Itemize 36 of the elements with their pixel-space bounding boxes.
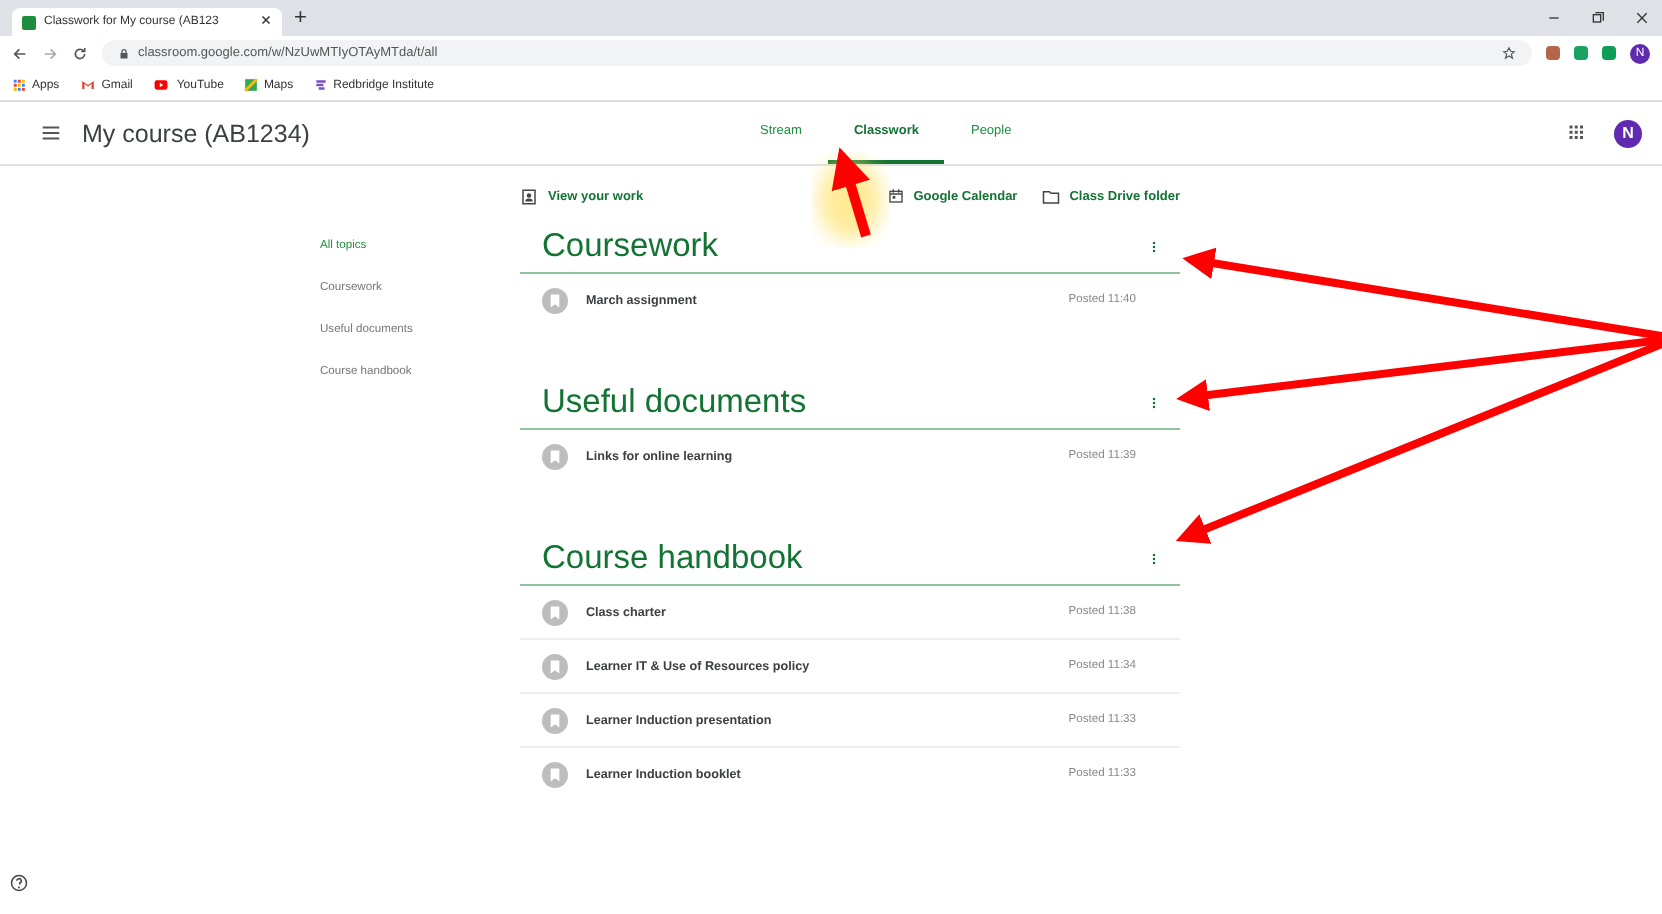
map-icon [243, 78, 258, 92]
more-options-icon[interactable] [1148, 238, 1160, 256]
star-icon[interactable] [1502, 46, 1516, 60]
bookmark-site-icon [313, 78, 328, 92]
folder-icon [1041, 187, 1060, 205]
more-options-icon[interactable] [1148, 394, 1160, 412]
calendar-icon [887, 188, 904, 204]
apps-grid-icon[interactable] [1568, 124, 1586, 142]
help-icon[interactable] [10, 874, 28, 892]
material-icon [542, 443, 568, 469]
course-title: My course (AB1234) [82, 119, 310, 147]
play-icon [152, 78, 171, 92]
close-icon[interactable] [1634, 10, 1650, 26]
apps-grid-icon [12, 78, 26, 92]
material-icon [542, 653, 568, 679]
topic-title: Useful documents [542, 384, 807, 422]
material-icon [542, 707, 568, 733]
mail-icon [79, 78, 96, 92]
close-icon[interactable] [260, 14, 272, 26]
material-icon [542, 761, 568, 787]
back-icon[interactable] [12, 45, 28, 61]
reload-icon[interactable] [72, 45, 88, 61]
more-options-icon[interactable] [1148, 550, 1160, 568]
annotation-arrow [831, 147, 871, 238]
highlight-glow [818, 160, 882, 240]
menu-icon[interactable] [40, 122, 62, 144]
topic-title: Course handbook [542, 540, 803, 578]
lock-icon [118, 47, 130, 59]
classroom-icon [22, 15, 36, 29]
topic-title: Coursework [542, 228, 719, 266]
restore-icon[interactable] [1590, 10, 1606, 26]
material-icon [542, 599, 568, 625]
id-card-icon [520, 187, 538, 205]
new-tab-button[interactable]: + [294, 6, 307, 30]
material-icon [542, 287, 568, 313]
profile-avatar[interactable]: N [1614, 119, 1642, 147]
